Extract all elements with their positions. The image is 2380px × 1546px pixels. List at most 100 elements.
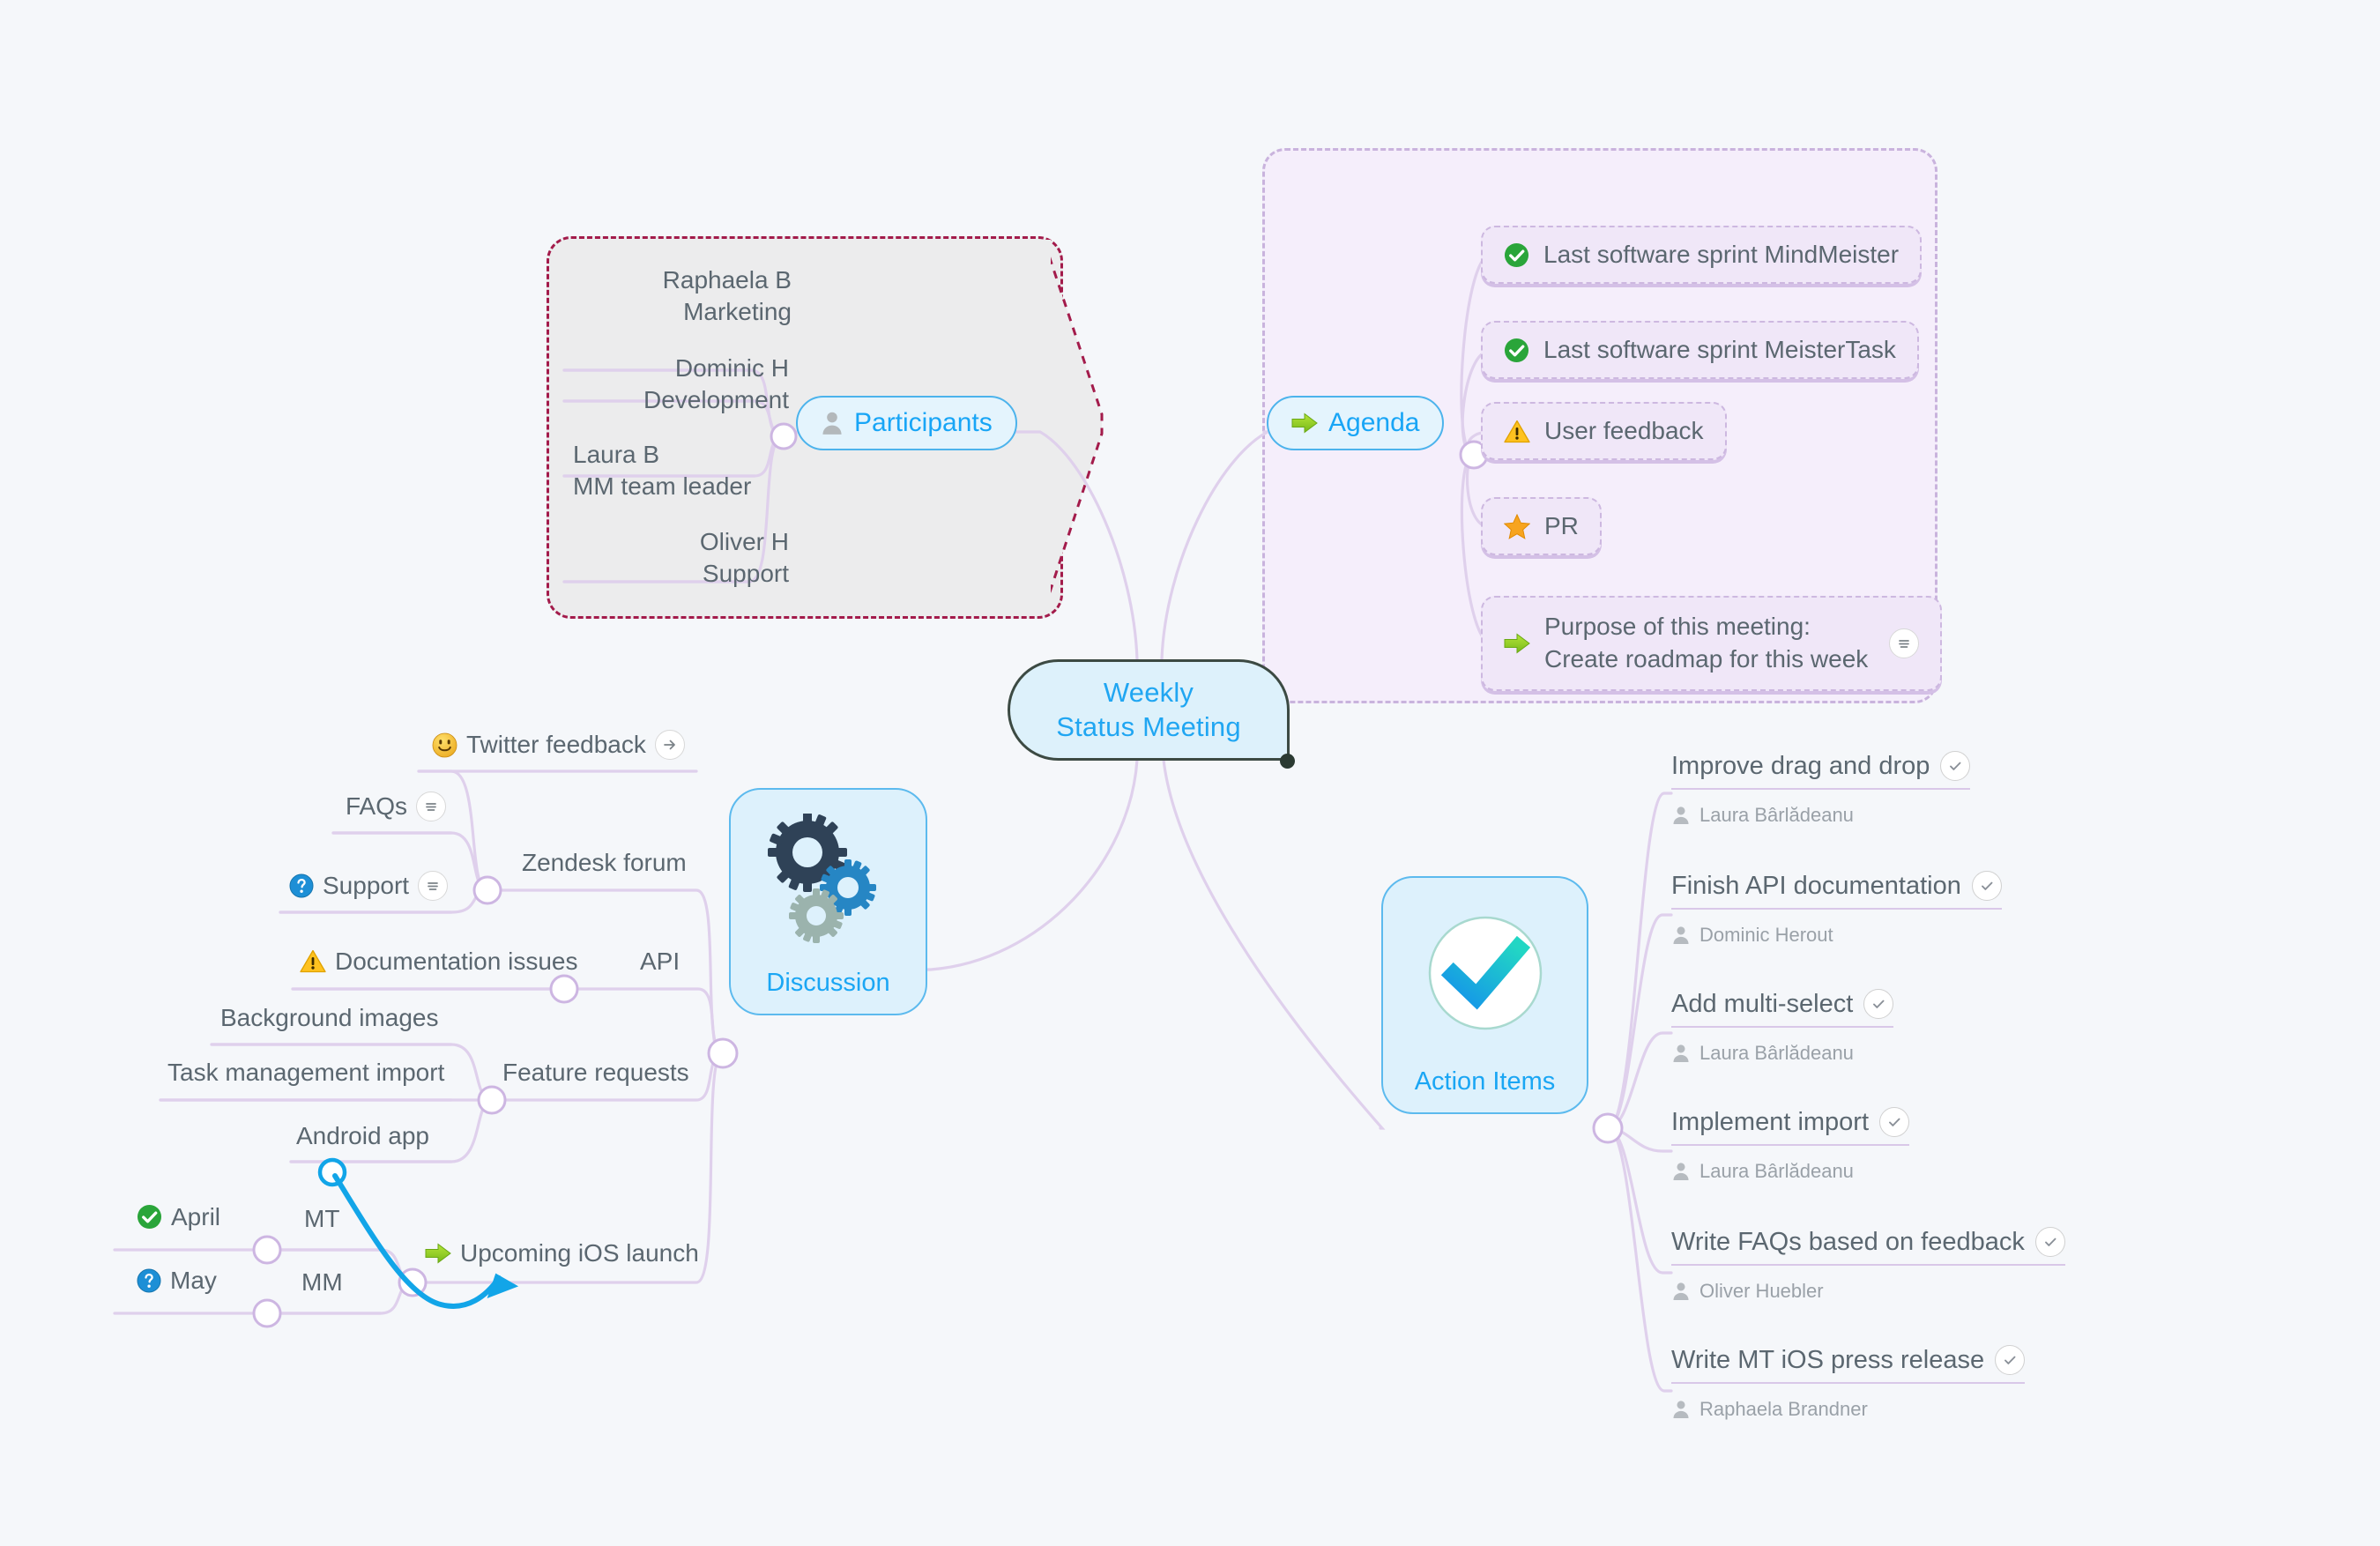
- action-item-5-task: Write MT iOS press release: [1671, 1345, 1985, 1374]
- branch-discussion-label: Discussion: [766, 969, 890, 997]
- participant-2-name: Laura B: [573, 441, 660, 468]
- topic-faqs[interactable]: FAQs: [346, 792, 447, 821]
- topic-task-management-import[interactable]: Task management import: [167, 1058, 444, 1088]
- action-item-2[interactable]: Add multi-select Laura Bârlădeanu: [1671, 989, 1894, 1065]
- action-item-3-task: Implement import: [1671, 1107, 1870, 1136]
- checkbox-icon[interactable]: [1995, 1345, 2026, 1375]
- action-item-3[interactable]: Implement import Laura Bârlădeanu: [1671, 1107, 1910, 1183]
- gears-icon: [731, 790, 926, 969]
- participant-0[interactable]: Raphaela B Marketing: [633, 264, 792, 328]
- agenda-item-4[interactable]: Purpose of this meeting: Create roadmap …: [1481, 596, 1943, 691]
- action-item-2-assignee: Laura Bârlădeanu: [1671, 1042, 1893, 1065]
- branch-agenda-label: Agenda: [1328, 408, 1420, 437]
- person-icon: [1671, 1161, 1691, 1182]
- checkbox-icon[interactable]: [1879, 1107, 1910, 1137]
- action-item-2-title: Add multi-select: [1671, 989, 1894, 1028]
- agenda-item-0-label: Last software sprint MindMeister: [1543, 241, 1900, 268]
- topic-april-label: April: [171, 1203, 221, 1230]
- action-item-4[interactable]: Write FAQs based on feedback Oliver Hueb…: [1671, 1227, 2065, 1303]
- discussion-child-zendesk-forum-label: Zendesk forum: [522, 849, 687, 876]
- link-arrow-icon[interactable]: [654, 730, 685, 760]
- action-item-0-task: Improve drag and drop: [1671, 751, 1930, 780]
- participant-1[interactable]: Dominic H Development: [608, 353, 789, 416]
- agenda-item-0[interactable]: Last software sprint MindMeister: [1481, 226, 1923, 284]
- person-icon: [1671, 1043, 1691, 1064]
- topic-mt[interactable]: MT: [304, 1204, 339, 1234]
- blue-checkmark-icon: [1383, 878, 1587, 1067]
- action-item-0-title: Improve drag and drop: [1671, 751, 1971, 790]
- action-item-1-task: Finish API documentation: [1671, 871, 1961, 900]
- participant-0-role: Marketing: [683, 297, 792, 325]
- branch-action-items[interactable]: Action Items: [1381, 876, 1588, 1114]
- agenda-item-4-line-1: Purpose of this meeting:: [1544, 613, 1811, 641]
- participant-3[interactable]: Oliver H Support: [617, 526, 789, 590]
- checkbox-icon[interactable]: [1940, 751, 1971, 781]
- topic-mm[interactable]: MM: [301, 1267, 343, 1297]
- action-item-1-title: Finish API documentation: [1671, 871, 2002, 910]
- participant-1-text: Dominic H Development: [643, 353, 789, 416]
- green-check-icon: [1504, 242, 1529, 268]
- root-node-label: Weekly Status Meeting: [1056, 676, 1241, 745]
- topic-may[interactable]: May: [137, 1266, 217, 1296]
- topic-support-label: Support: [323, 872, 410, 900]
- branch-agenda[interactable]: Agenda: [1267, 396, 1445, 450]
- person-icon: [1671, 925, 1691, 946]
- action-item-1-assignee: Dominic Herout: [1671, 924, 2002, 947]
- topic-support[interactable]: Support: [289, 871, 449, 901]
- root-line-2: Status Meeting: [1056, 710, 1241, 742]
- topic-background-images-label: Background images: [220, 1004, 439, 1031]
- topic-april[interactable]: April: [137, 1202, 220, 1232]
- topic-mm-label: MM: [301, 1268, 343, 1296]
- checkbox-icon[interactable]: [2034, 1227, 2065, 1257]
- topic-mt-label: MT: [304, 1205, 340, 1232]
- topic-twitter-feedback-label: Twitter feedback: [466, 731, 646, 759]
- agenda-item-1[interactable]: Last software sprint MeisterTask: [1481, 321, 1919, 379]
- action-item-5[interactable]: Write MT iOS press release Raphaela Bran…: [1671, 1345, 2026, 1421]
- action-item-4-task: Write FAQs based on feedback: [1671, 1227, 2025, 1256]
- agenda-item-3[interactable]: PR: [1481, 497, 1602, 555]
- participant-1-name: Dominic H: [674, 354, 789, 382]
- action-item-5-title: Write MT iOS press release: [1671, 1345, 2026, 1384]
- warning-icon: [1504, 420, 1530, 443]
- action-item-1[interactable]: Finish API documentation Dominic Herout: [1671, 871, 2002, 947]
- participant-3-role: Support: [702, 559, 789, 587]
- discussion-child-zendesk-forum[interactable]: Zendesk forum: [522, 848, 687, 878]
- note-icon[interactable]: [418, 871, 449, 901]
- agenda-item-2[interactable]: User feedback: [1481, 402, 1727, 460]
- topic-twitter-feedback[interactable]: Twitter feedback: [432, 730, 685, 760]
- root-node[interactable]: Weekly Status Meeting: [1008, 659, 1290, 761]
- green-check-icon: [137, 1204, 162, 1230]
- green-check-icon: [1504, 338, 1529, 363]
- note-icon[interactable]: [1889, 628, 1920, 658]
- smiley-icon: [432, 732, 457, 758]
- action-item-0[interactable]: Improve drag and drop Laura Bârlădeanu: [1671, 751, 1971, 827]
- checkbox-icon[interactable]: [1863, 989, 1894, 1019]
- action-item-0-assignee: Laura Bârlădeanu: [1671, 804, 1970, 827]
- topic-android-app[interactable]: Android app: [296, 1121, 429, 1151]
- discussion-child-api[interactable]: API: [640, 947, 680, 977]
- topic-android-app-label: Android app: [296, 1122, 430, 1149]
- discussion-child-feature-requests-label: Feature requests: [502, 1059, 689, 1086]
- note-icon[interactable]: [416, 792, 447, 821]
- person-icon: [1671, 1399, 1691, 1420]
- green-arrow-icon: [1504, 632, 1530, 655]
- person-icon: [821, 411, 844, 435]
- discussion-child-feature-requests[interactable]: Feature requests: [502, 1058, 689, 1088]
- topic-documentation-issues[interactable]: Documentation issues: [300, 947, 577, 977]
- branch-discussion[interactable]: Discussion: [729, 788, 927, 1015]
- agenda-item-4-line-2: Create roadmap for this week: [1544, 645, 1869, 673]
- discussion-child-upcoming-ios-launch[interactable]: Upcoming iOS launch: [425, 1238, 699, 1268]
- green-arrow-icon: [1291, 412, 1318, 435]
- participant-2[interactable]: Laura B MM team leader: [573, 439, 789, 502]
- branch-participants-label: Participants: [854, 408, 993, 437]
- topic-may-label: May: [170, 1267, 217, 1294]
- action-item-3-assignee: Laura Bârlădeanu: [1671, 1160, 1909, 1183]
- topic-background-images[interactable]: Background images: [220, 1003, 438, 1033]
- discussion-child-api-label: API: [640, 948, 681, 975]
- participant-0-name: Raphaela B: [662, 266, 792, 294]
- question-icon: [137, 1268, 161, 1293]
- branch-participants[interactable]: Participants: [796, 396, 1017, 450]
- checkbox-icon[interactable]: [1971, 871, 2002, 901]
- agenda-item-1-label: Last software sprint MeisterTask: [1543, 336, 1896, 363]
- participant-2-text: Laura B MM team leader: [573, 439, 751, 502]
